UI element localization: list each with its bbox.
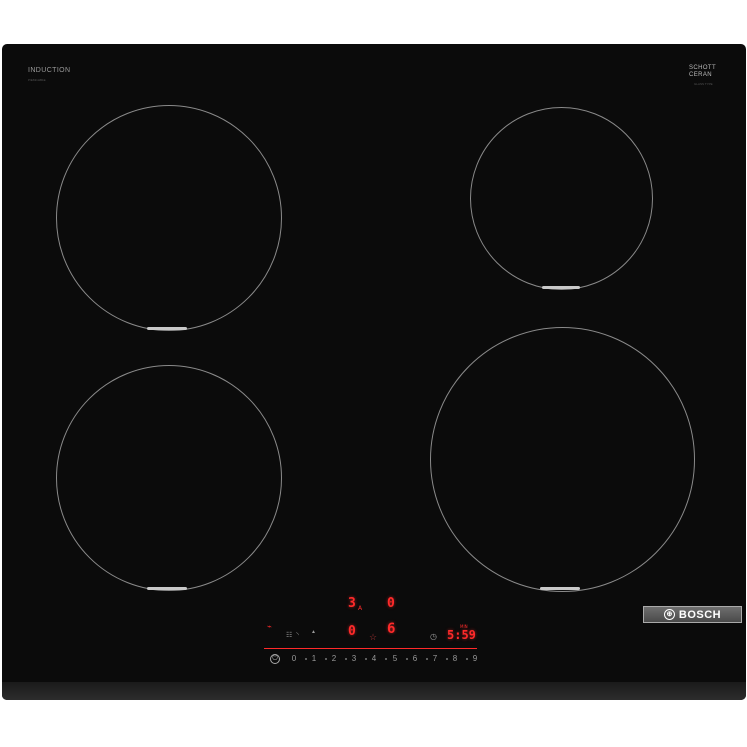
cooktop-frame-edge <box>2 682 746 700</box>
slider-number[interactable]: 9 <box>470 654 480 663</box>
slider-number[interactable]: 0 <box>289 654 299 663</box>
zone-marker <box>540 587 580 590</box>
glass-sub-label: GLASS TYPE <box>694 82 713 86</box>
induction-label: INDUCTION <box>28 67 71 74</box>
zone-marker <box>147 327 187 330</box>
slider-number[interactable]: 5 <box>390 654 400 663</box>
slider-dot <box>426 658 428 660</box>
slider-dot <box>385 658 387 660</box>
power-slider-track[interactable] <box>264 648 477 649</box>
slider-dot <box>325 658 327 660</box>
bosch-logo-text: BOSCH <box>678 608 722 621</box>
slider-dot <box>365 658 367 660</box>
clock-icon[interactable]: ◷ <box>430 633 437 641</box>
rear-right-level-display: 0 <box>387 596 395 611</box>
slider-number[interactable]: 3 <box>349 654 359 663</box>
slider-number[interactable]: 1 <box>309 654 319 663</box>
cooking-zone-front-right[interactable] <box>430 327 695 592</box>
slider-number[interactable]: 7 <box>430 654 440 663</box>
slider-dot <box>446 658 448 660</box>
bosch-logo-icon: ⊕ <box>663 609 675 620</box>
cooking-zone-front-left[interactable] <box>56 365 282 591</box>
front-right-level-display: 6 <box>387 621 396 637</box>
pan-icon[interactable]: ◝ <box>296 632 299 639</box>
slider-dot <box>406 658 408 660</box>
zone-icon[interactable]: ☷ <box>286 632 292 639</box>
cooking-zone-rear-right[interactable] <box>470 107 653 290</box>
ceran-label: CERAN <box>689 72 713 78</box>
front-left-level-display: 0 <box>348 624 356 639</box>
power-button[interactable]: ⏻ <box>270 654 280 664</box>
slider-number[interactable]: 2 <box>329 654 339 663</box>
rear-left-level-display: 3 <box>348 596 356 611</box>
star-icon[interactable]: ☆ <box>369 633 377 642</box>
rear-left-sub-display: A <box>358 605 363 612</box>
slider-number[interactable]: 6 <box>410 654 420 663</box>
slider-number[interactable]: 8 <box>450 654 460 663</box>
cooking-zone-rear-left[interactable] <box>56 105 282 331</box>
slider-number[interactable]: 4 <box>369 654 379 663</box>
zone-marker <box>147 587 187 590</box>
bosch-badge: ⊕ BOSCH <box>643 606 742 623</box>
model-label: PIE631HB1E <box>28 78 46 82</box>
slider-dot <box>305 658 307 660</box>
zone-marker <box>542 286 580 289</box>
induction-cooktop: INDUCTION PIE631HB1E SCHOTT CERAN GLASS … <box>2 44 746 700</box>
slider-dot <box>345 658 347 660</box>
power-icon: ⏻ <box>272 655 278 662</box>
schott-label: SCHOTT <box>689 65 717 71</box>
timer-unit-label: MIN <box>460 624 468 629</box>
timer-display: 5:59 <box>447 628 476 642</box>
boost-icon[interactable]: ▲ <box>311 630 316 635</box>
wifi-icon[interactable]: ⌁ <box>267 623 272 631</box>
slider-dot <box>466 658 468 660</box>
